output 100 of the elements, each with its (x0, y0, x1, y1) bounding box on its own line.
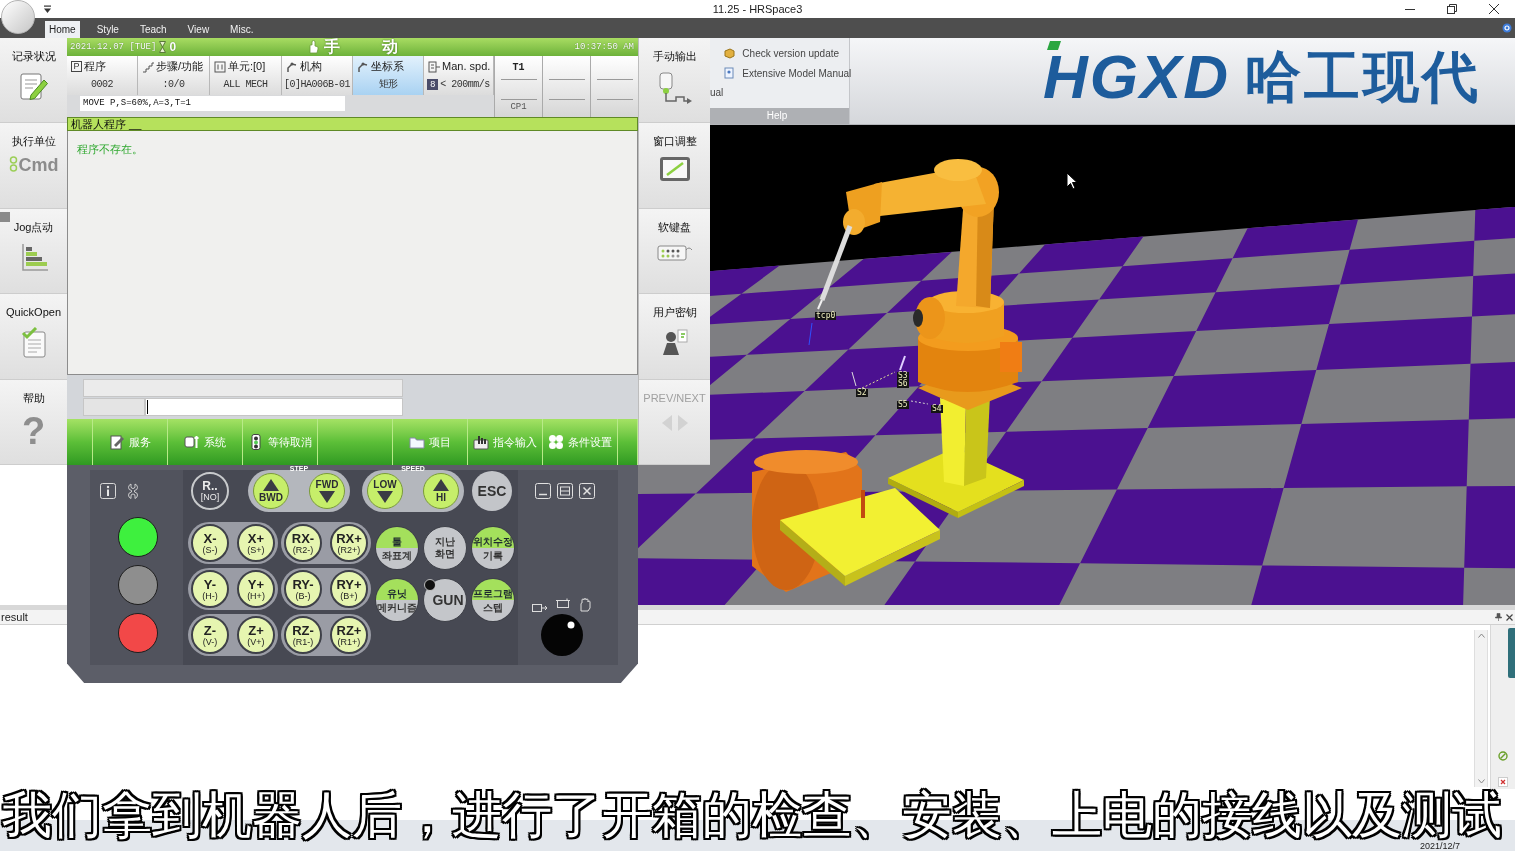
mode-key[interactable]: 프로그램 스텝 (471, 578, 515, 622)
info-cell[interactable]: 单元:[0] ALL MECH (210, 56, 282, 95)
error-icon[interactable] (1498, 777, 1508, 787)
ribbon-tab[interactable]: Misc. (226, 21, 258, 38)
selector-knob[interactable] (541, 614, 583, 656)
counter-text: 0 (169, 40, 177, 54)
status-square-icon (0, 211, 10, 222)
mouse-pointer-icon (1066, 172, 1078, 190)
logo-mark: HGXD (1043, 50, 1231, 103)
info-cell[interactable]: Man. spd. 8 < 200mm/s (424, 56, 494, 95)
hand-arrow-icon (656, 71, 693, 105)
speed-key[interactable]: HI (423, 473, 459, 509)
pin-icon[interactable] (1495, 613, 1502, 621)
ribbon-button[interactable]: Check version update (723, 43, 852, 63)
sidebar-button[interactable]: Jog点动 (0, 208, 67, 295)
wrench-icon[interactable] (128, 483, 138, 499)
mode-key[interactable]: GUN (423, 578, 467, 622)
sidebar-button[interactable]: 执行单位 Cmd (0, 123, 67, 209)
ribbon-item[interactable]: ual (710, 87, 724, 98)
cell-value: :0/0 (162, 78, 185, 91)
esc-key[interactable]: ESC (472, 471, 512, 511)
info-cell[interactable]: P 程序 0002 (67, 56, 138, 95)
info-cell[interactable]: 机构 [0]HA006B-01 (282, 56, 353, 95)
mode-key[interactable]: 툴 좌표계 (375, 526, 419, 570)
sidebar-button[interactable]: 帮助 ? (0, 379, 67, 466)
restore-icon[interactable] (557, 483, 573, 499)
scrollbar[interactable] (1474, 630, 1488, 787)
info-cell[interactable]: 步骤/功能 :0/0 (138, 56, 210, 95)
jog-key[interactable]: Z+ (V+) (237, 616, 275, 654)
jog-key[interactable]: RZ+ (R1+) (330, 616, 368, 654)
cell-value: 0002 (91, 78, 113, 91)
ribbon-tab[interactable]: Teach (135, 21, 171, 38)
circle-slash-icon[interactable] (1498, 751, 1508, 761)
mode-key[interactable]: 위치수정 기록 (471, 526, 515, 570)
monitor-icon (658, 156, 691, 183)
quick-access-icon[interactable] (43, 4, 52, 14)
time-text: 10:37:50 AM (574, 41, 634, 53)
arm-icon (357, 60, 369, 73)
scroll-up-icon[interactable] (1477, 633, 1485, 638)
info-cell[interactable]: 坐标系 矩形 (353, 56, 424, 95)
ribbon-button[interactable]: Extensive Model Manual (723, 63, 852, 83)
logo-text: 哈工现代 (1245, 46, 1482, 107)
panel-title: result (0, 610, 28, 624)
sidebar-button[interactable]: 软键盘 (639, 208, 710, 295)
cell-value: ALL MECH (223, 78, 268, 91)
close-icon[interactable] (1489, 4, 1499, 14)
logo-accent-icon (1047, 40, 1061, 50)
window-arrow-icon[interactable] (532, 604, 548, 612)
sidebar-button[interactable]: 记录状况 (0, 38, 67, 124)
sidebar-button[interactable]: 窗口调整 (639, 123, 710, 209)
jog-key[interactable]: RY+ (B+) (330, 570, 368, 608)
jog-key[interactable]: RZ- (R1-) (284, 616, 322, 654)
jog-key[interactable]: Y- (H-) (191, 570, 229, 608)
close-icon[interactable] (1506, 613, 1513, 621)
indicator-dot-icon (424, 579, 436, 591)
jog-key[interactable]: RX+ (R2+) (330, 524, 368, 562)
mode-key[interactable]: 지난 화면 (423, 526, 467, 570)
sidebar-button[interactable]: QuickOpen (0, 294, 67, 380)
jog-key[interactable]: RX- (R2-) (284, 524, 322, 562)
info-icon[interactable] (100, 483, 116, 499)
jog-key[interactable]: Y+ (H+) (237, 570, 275, 608)
window-cycle-icon[interactable] (555, 598, 571, 608)
frame-label: tcp0 (815, 312, 837, 320)
status-cell (590, 56, 638, 117)
rings-icon (8, 156, 18, 175)
step-key[interactable]: BWD (253, 473, 289, 509)
folder-icon (409, 434, 425, 450)
question-mark: ? (21, 412, 46, 449)
four-circles-icon (548, 434, 564, 450)
hand-icon[interactable] (579, 598, 591, 612)
ribbon-tab[interactable]: View (183, 21, 214, 38)
input-field[interactable] (145, 398, 403, 416)
sidebar-button[interactable]: 手动输出 (639, 38, 710, 124)
frame-label: S5 (897, 401, 909, 409)
r-key[interactable]: R.. [NO] (191, 472, 229, 510)
input-field[interactable] (83, 379, 403, 397)
jog-key[interactable]: X- (S-) (191, 524, 229, 562)
step-key[interactable]: FWD (309, 473, 345, 509)
box-icon (723, 47, 736, 59)
mode-key[interactable]: 유닛 메커니즘 (375, 578, 419, 622)
square-arrow-icon (184, 434, 200, 450)
scroll-down-icon[interactable] (1477, 779, 1485, 784)
ribbon-tab[interactable]: Home (45, 21, 80, 38)
ring-icon[interactable] (1502, 23, 1512, 33)
frame-label: S6 (897, 380, 909, 388)
speed-key[interactable]: LOW (367, 473, 403, 509)
jog-key[interactable]: Z- (V-) (191, 616, 229, 654)
jog-key[interactable]: RY- (B-) (284, 570, 322, 608)
letter-badge: P (71, 61, 82, 72)
jog-key[interactable]: X+ (S+) (237, 524, 275, 562)
sidebar-button[interactable]: 用户密钥 (639, 294, 710, 380)
traffic-light-icon (248, 434, 264, 450)
hourglass-icon (159, 41, 167, 53)
minimize-icon[interactable] (535, 483, 551, 499)
level-badge: 8 (427, 79, 439, 90)
input-field[interactable] (83, 398, 145, 416)
cell-label: 机构 (300, 60, 322, 73)
restore-icon[interactable] (1447, 4, 1457, 14)
ribbon-tab[interactable]: Style (92, 21, 123, 38)
speed-icon (428, 60, 440, 73)
